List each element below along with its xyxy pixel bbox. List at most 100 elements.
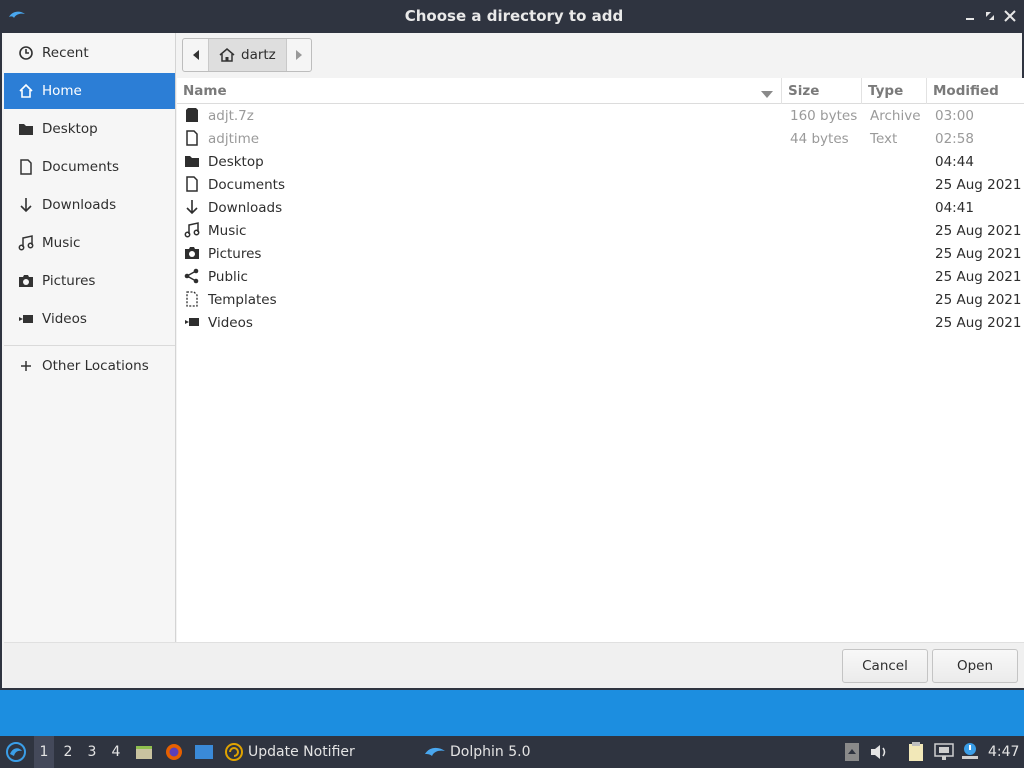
sidebar-item-label: Documents	[42, 159, 119, 175]
path-crumb-home[interactable]: dartz	[209, 39, 287, 71]
dialog-action-bar: Cancel Open	[4, 642, 1024, 688]
file-size: 160 bytes	[790, 107, 858, 124]
sidebar-item-music[interactable]: Music	[4, 225, 175, 261]
column-label-size: Size	[788, 83, 820, 99]
file-name: adjt.7z	[208, 107, 254, 124]
sidebar-item-label: Music	[42, 235, 81, 251]
workspace-1[interactable]: 1	[34, 736, 54, 768]
taskbar: 1 2 3 4 Update Notifier Dolphin 5.0 4:47	[0, 736, 1024, 768]
sidebar-item-downloads[interactable]: Downloads	[4, 187, 175, 223]
network-icon[interactable]	[934, 736, 954, 768]
tray-arrow-icon[interactable]	[844, 736, 860, 768]
sidebar-item-recent[interactable]: Recent	[4, 35, 175, 71]
sidebar-item-other-locations[interactable]: Other Locations	[4, 348, 175, 384]
close-icon[interactable]	[1002, 8, 1018, 24]
column-label-name: Name	[183, 83, 227, 99]
sidebar-item-label: Videos	[42, 311, 87, 327]
table-row[interactable]: Documents 25 Aug 2021	[177, 173, 1024, 196]
column-header-name[interactable]: Name	[177, 78, 782, 104]
table-row[interactable]: adjt.7z 160 bytes Archive 03:00	[177, 104, 1024, 127]
table-row[interactable]: Videos 25 Aug 2021	[177, 311, 1024, 334]
clipboard-icon[interactable]	[906, 736, 926, 768]
start-menu-icon[interactable]	[5, 736, 27, 768]
window-titlebar[interactable]: Choose a directory to add	[2, 0, 1024, 33]
table-row[interactable]: Downloads 04:41	[177, 196, 1024, 219]
workspace-3[interactable]: 3	[82, 736, 102, 768]
sidebar-item-home[interactable]: Home	[4, 73, 175, 109]
file-chooser-dialog: Choose a directory to add Recent Home De…	[0, 0, 1024, 690]
file-modified: 25 Aug 2021	[935, 222, 1022, 239]
table-row[interactable]: Desktop 04:44	[177, 150, 1024, 173]
path-crumb-label: dartz	[241, 47, 276, 63]
plus-icon	[16, 357, 36, 375]
workspace-4[interactable]: 4	[106, 736, 126, 768]
file-modified: 25 Aug 2021	[935, 176, 1022, 193]
sidebar-item-pictures[interactable]: Pictures	[4, 263, 175, 299]
maximize-icon[interactable]	[982, 8, 998, 24]
clock-icon	[16, 44, 36, 62]
notification-icon[interactable]	[960, 736, 980, 768]
table-row[interactable]: Public 25 Aug 2021	[177, 265, 1024, 288]
camera-icon	[16, 272, 36, 290]
file-type: Archive	[870, 107, 921, 124]
firefox-launcher-icon[interactable]	[164, 736, 184, 768]
sidebar-item-documents[interactable]: Documents	[4, 149, 175, 185]
table-row[interactable]: Music 25 Aug 2021	[177, 219, 1024, 242]
sort-descending-icon	[761, 87, 773, 103]
download-arrow-icon	[16, 196, 36, 214]
taskbar-item-label: Dolphin 5.0	[450, 744, 531, 760]
file-name: Music	[208, 222, 247, 239]
file-name: Public	[208, 268, 248, 285]
sidebar-item-label: Home	[42, 83, 82, 99]
file-name: Desktop	[208, 153, 264, 170]
file-modified: 02:58	[935, 130, 974, 147]
sidebar-item-label: Pictures	[42, 273, 96, 289]
file-name: Documents	[208, 176, 285, 193]
window-title: Choose a directory to add	[404, 7, 624, 25]
sidebar-item-label: Desktop	[42, 121, 98, 137]
workspace-2[interactable]: 2	[58, 736, 78, 768]
path-forward-button[interactable]	[287, 39, 311, 71]
open-button[interactable]: Open	[932, 649, 1018, 683]
path-back-button[interactable]	[183, 39, 209, 71]
share-icon	[184, 268, 200, 284]
taskbar-dolphin[interactable]: Dolphin 5.0	[424, 736, 530, 768]
template-icon	[184, 291, 200, 307]
file-modified: 25 Aug 2021	[935, 291, 1022, 308]
sidebar-item-label: Recent	[42, 45, 89, 61]
volume-icon[interactable]	[870, 736, 890, 768]
taskbar-item-label: Update Notifier	[248, 744, 355, 760]
cancel-button[interactable]: Cancel	[842, 649, 928, 683]
text-file-icon	[184, 130, 200, 146]
sidebar-item-label: Other Locations	[42, 358, 149, 374]
video-icon	[16, 310, 36, 328]
table-row[interactable]: adjtime 44 bytes Text 02:58	[177, 127, 1024, 150]
home-icon	[16, 82, 36, 100]
document-icon	[16, 158, 36, 176]
sidebar-item-videos[interactable]: Videos	[4, 301, 175, 337]
column-header-type[interactable]: Type	[862, 78, 927, 104]
file-name: Downloads	[208, 199, 283, 216]
file-size: 44 bytes	[790, 130, 849, 147]
music-note-icon	[184, 222, 200, 238]
taskbar-update-notifier[interactable]: Update Notifier	[224, 736, 355, 768]
folder-icon	[184, 153, 200, 169]
column-header: Name Size Type Modified	[177, 78, 1024, 104]
places-sidebar: Recent Home Desktop Documents Downloads	[4, 33, 176, 642]
desktop-background	[0, 690, 1024, 736]
path-bar: dartz	[182, 38, 312, 72]
file-name: Pictures	[208, 245, 262, 262]
desktop-launcher-icon[interactable]	[194, 736, 214, 768]
table-row[interactable]: Templates 25 Aug 2021	[177, 288, 1024, 311]
file-manager-launcher-icon[interactable]	[134, 736, 154, 768]
update-notifier-icon	[224, 742, 244, 762]
home-icon	[219, 48, 235, 62]
sidebar-item-label: Downloads	[42, 197, 117, 213]
minimize-icon[interactable]	[962, 8, 978, 24]
column-header-modified[interactable]: Modified	[927, 78, 1024, 104]
column-header-size[interactable]: Size	[782, 78, 862, 104]
file-name: Videos	[208, 314, 253, 331]
file-modified: 04:44	[935, 153, 974, 170]
table-row[interactable]: Pictures 25 Aug 2021	[177, 242, 1024, 265]
sidebar-item-desktop[interactable]: Desktop	[4, 111, 175, 147]
